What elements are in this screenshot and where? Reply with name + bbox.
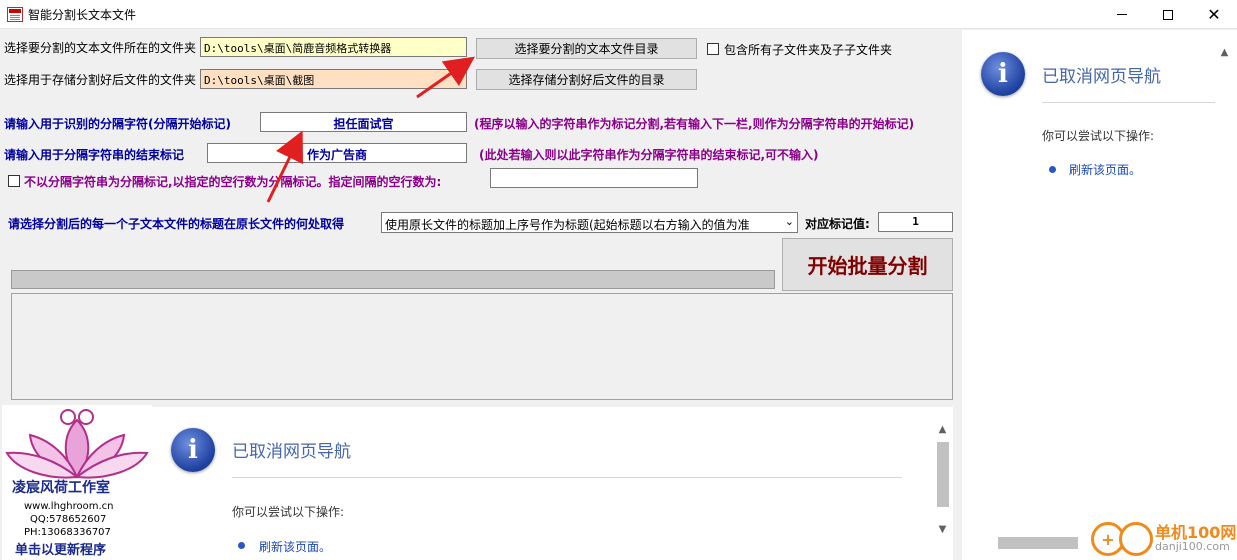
divider (1042, 102, 1215, 103)
nav-cancelled-title: 已取消网页导航 (232, 442, 351, 462)
nav-suggestion-text: 你可以尝试以下操作: (1042, 129, 1155, 143)
end-mark-label: 请输入用于分隔字符串的结束标记 (4, 148, 185, 162)
scroll-down-icon[interactable]: ▼ (934, 521, 951, 538)
bottom-browser-panel: i 已取消网页导航 你可以尝试以下操作: 刷新该页面。 ▲ ▼ (152, 407, 953, 560)
info-icon: i (981, 52, 1025, 96)
blank-lines-input[interactable] (490, 168, 698, 188)
bullet-icon (238, 542, 245, 549)
window-title: 智能分割长文本文件 (28, 8, 137, 22)
horizontal-scroll-thumb[interactable] (998, 537, 1078, 549)
vertical-scroll-thumb[interactable] (937, 442, 949, 507)
logo-update-link[interactable]: 单击以更新程序 (15, 539, 106, 558)
include-subfolders-label: 包含所有子文件夹及子子文件夹 (724, 43, 893, 57)
choose-target-folder-button[interactable]: 选择存储分割好后文件的目录 (476, 69, 697, 90)
divider (232, 477, 902, 478)
source-folder-label: 选择要分割的文本文件所在的文件夹 (4, 41, 197, 55)
mark-value-input[interactable]: 1 (878, 212, 953, 232)
info-icon: i (171, 428, 215, 472)
target-folder-label: 选择用于存储分割好后文件的文件夹 (4, 73, 197, 87)
start-mark-hint: (程序以输入的字符串作为标记分割,若有输入下一栏,则作为分隔字符串的开始标记) (474, 117, 915, 131)
nav-cancelled-title: 已取消网页导航 (1042, 67, 1161, 87)
end-mark-hint: (此处若输入则以此字符串作为分隔字符串的结束标记,可不输入) (479, 148, 819, 162)
refresh-page-link[interactable]: 刷新该页面。 (259, 538, 331, 555)
chevron-down-icon: ⌄ (784, 215, 794, 228)
logo-qq: QQ:578652607 (30, 514, 107, 525)
end-mark-input[interactable]: 作为广告商 (207, 143, 467, 163)
title-bar: 智能分割长文本文件 ✕ (0, 0, 1237, 29)
title-source-label: 请选择分割后的每一个子文本文件的标题在原长文件的何处取得 (8, 217, 345, 231)
maximize-icon (1163, 9, 1173, 20)
close-icon: ✕ (1207, 4, 1221, 24)
title-source-value: 使用原长文件的标题加上序号作为标题(起始标题以右方输入的值为准 (385, 218, 750, 232)
close-button[interactable]: ✕ (1191, 0, 1237, 29)
bullet-icon (1049, 166, 1056, 173)
refresh-page-link[interactable]: 刷新该页面。 (1069, 161, 1141, 178)
mark-value-label: 对应标记值: (805, 217, 870, 231)
minimize-button[interactable] (1099, 0, 1145, 29)
logo-url: www.lhghroom.cn (24, 501, 114, 512)
start-mark-input[interactable]: 担任面试官 (260, 112, 467, 132)
include-subfolders-checkbox[interactable] (707, 43, 719, 55)
right-browser-panel: i 已取消网页导航 你可以尝试以下操作: 刷新该页面。 ▲ ◀ (962, 30, 1237, 560)
watermark-ring-icon (1119, 522, 1153, 556)
minimize-icon (1117, 14, 1127, 15)
logo-phone: PH:13068336707 (24, 527, 111, 538)
choose-source-folder-button[interactable]: 选择要分割的文本文件目录 (476, 38, 697, 59)
log-area (11, 293, 953, 400)
blank-lines-checkbox[interactable] (8, 175, 20, 187)
watermark-url: danji100.com (1155, 540, 1230, 553)
watermark: + 单机100网 danji100.com (1085, 516, 1237, 560)
app-icon (7, 7, 23, 22)
nav-suggestion-text: 你可以尝试以下操作: (232, 505, 345, 519)
progress-bar (11, 270, 775, 289)
start-mark-label: 请输入用于识别的分隔字符(分隔开始标记) (4, 117, 231, 131)
studio-logo[interactable]: 凌宸风荷工作室 www.lhghroom.cn QQ:578652607 PH:… (2, 405, 152, 560)
start-split-button[interactable]: 开始批量分割 (782, 238, 953, 291)
scroll-up-icon[interactable]: ▲ (934, 421, 951, 438)
title-source-select[interactable]: 使用原长文件的标题加上序号作为标题(起始标题以右方输入的值为准 ⌄ (381, 212, 798, 233)
scroll-up-icon[interactable]: ▲ (1216, 44, 1233, 61)
source-folder-field[interactable]: D:\tools\桌面\简鹿音频格式转换器 (200, 37, 467, 57)
target-folder-field[interactable]: D:\tools\桌面\截图 (200, 69, 467, 89)
logo-brand: 凌宸风荷工作室 (12, 480, 110, 496)
maximize-button[interactable] (1145, 0, 1191, 29)
lotus-logo-icon (5, 409, 149, 479)
blank-lines-label: 不以分隔字符串为分隔标记,以指定的空行数为分隔标记。指定间隔的空行数为: (24, 175, 442, 189)
